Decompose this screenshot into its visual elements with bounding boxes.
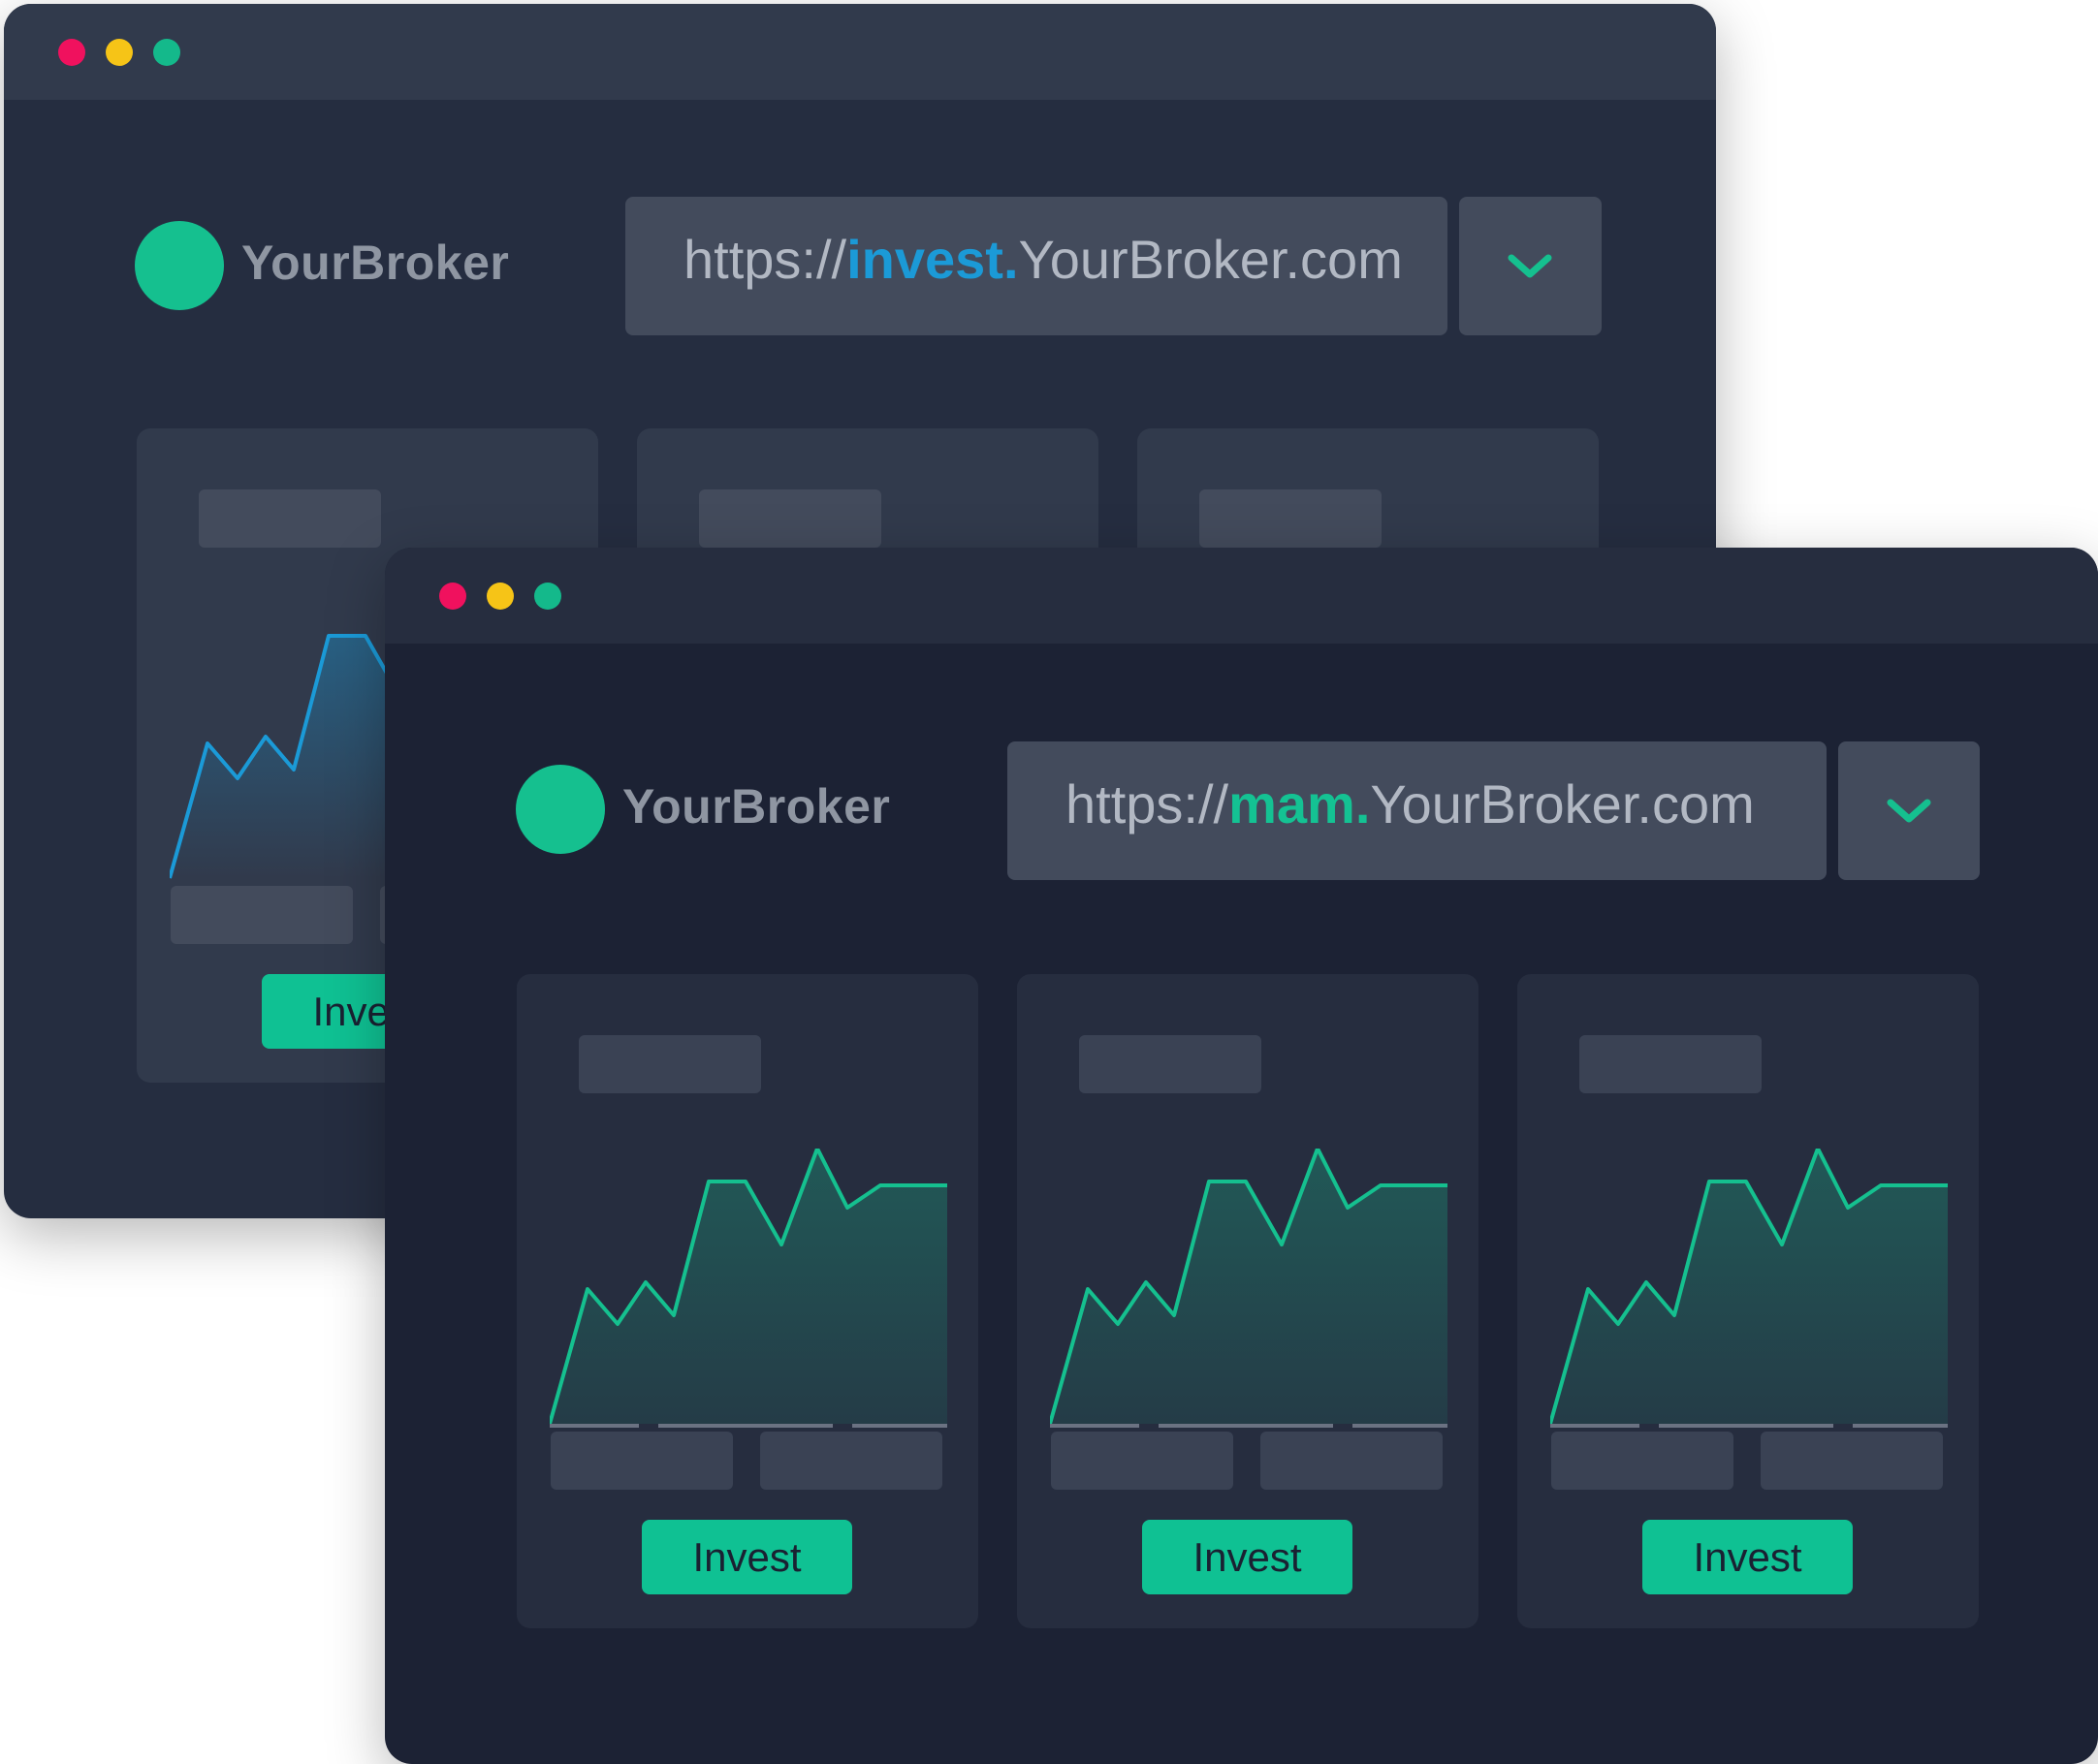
fund-card: Invest bbox=[517, 974, 978, 1628]
title-bar bbox=[385, 548, 2098, 644]
url-text: https://invest.YourBroker.com bbox=[683, 228, 1403, 291]
chevron-down-icon bbox=[1887, 799, 1931, 823]
minimize-window-button[interactable] bbox=[106, 39, 133, 66]
chevron-down-icon bbox=[1508, 254, 1552, 278]
card-title-placeholder bbox=[579, 1035, 761, 1093]
broker-name: YourBroker bbox=[241, 236, 510, 290]
url-prefix: https:// bbox=[683, 229, 847, 290]
url-bar[interactable]: https://mam.YourBroker.com bbox=[1007, 741, 1827, 880]
stat-placeholder bbox=[1051, 1432, 1233, 1490]
minimize-window-button[interactable] bbox=[487, 583, 514, 610]
close-window-button[interactable] bbox=[439, 583, 466, 610]
card-title-placeholder bbox=[1199, 489, 1382, 548]
url-domain: YourBroker.com bbox=[1370, 773, 1755, 835]
performance-chart bbox=[1050, 1149, 1447, 1428]
performance-chart bbox=[550, 1149, 947, 1428]
maximize-window-button[interactable] bbox=[534, 583, 561, 610]
broker-logo-icon bbox=[516, 765, 605, 854]
fund-card: Invest bbox=[1017, 974, 1478, 1628]
url-subdomain: mam. bbox=[1228, 773, 1371, 835]
url-dropdown-button[interactable] bbox=[1838, 741, 1980, 880]
stat-placeholder bbox=[1551, 1432, 1733, 1490]
card-title-placeholder bbox=[1579, 1035, 1762, 1093]
fund-card: Invest bbox=[1517, 974, 1979, 1628]
card-title-placeholder bbox=[1079, 1035, 1261, 1093]
stat-placeholder bbox=[760, 1432, 942, 1490]
invest-button[interactable]: Invest bbox=[1142, 1520, 1352, 1594]
broker-name: YourBroker bbox=[622, 779, 891, 834]
card-title-placeholder bbox=[699, 489, 881, 548]
url-dropdown-button[interactable] bbox=[1459, 197, 1602, 335]
stat-placeholder bbox=[171, 886, 353, 944]
invest-button[interactable]: Invest bbox=[642, 1520, 852, 1594]
stat-placeholder bbox=[551, 1432, 733, 1490]
browser-window-mam: YourBroker https://mam.YourBroker.com In… bbox=[385, 548, 2098, 1764]
title-bar bbox=[4, 4, 1716, 100]
maximize-window-button[interactable] bbox=[153, 39, 180, 66]
url-domain: YourBroker.com bbox=[1018, 229, 1403, 290]
performance-chart bbox=[1550, 1149, 1948, 1428]
url-prefix: https:// bbox=[1065, 773, 1229, 835]
card-title-placeholder bbox=[199, 489, 381, 548]
url-bar[interactable]: https://invest.YourBroker.com bbox=[625, 197, 1447, 335]
url-subdomain: invest. bbox=[846, 229, 1019, 290]
stat-placeholder bbox=[1260, 1432, 1443, 1490]
broker-logo-icon bbox=[135, 221, 224, 310]
close-window-button[interactable] bbox=[58, 39, 85, 66]
invest-button[interactable]: Invest bbox=[1642, 1520, 1853, 1594]
url-text: https://mam.YourBroker.com bbox=[1065, 772, 1755, 835]
stat-placeholder bbox=[1761, 1432, 1943, 1490]
